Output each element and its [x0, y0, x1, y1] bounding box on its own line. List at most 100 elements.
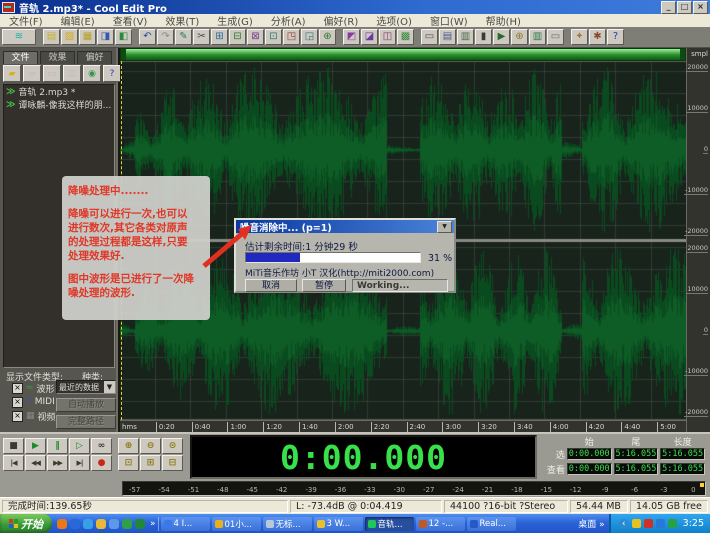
chevron-down-icon[interactable]: ▼ — [104, 381, 115, 393]
wave-overview-bar[interactable] — [120, 48, 686, 61]
close-button[interactable]: × — [693, 1, 708, 14]
quicklaunch-icon-6[interactable] — [122, 519, 132, 529]
waveform-multitrack-toggle-button[interactable]: ≋ — [2, 29, 36, 45]
task-button[interactable]: 无标... — [263, 517, 312, 531]
menu-item-6[interactable]: 偏好(R) — [314, 13, 367, 28]
task-button[interactable]: 12 -... — [416, 517, 465, 531]
auto-play-button[interactable]: 自动播放 — [56, 398, 116, 412]
fast-forward-button[interactable]: ▶▶ — [47, 455, 68, 471]
playlist-window-button[interactable]: ▤ — [439, 29, 456, 45]
stop-button[interactable]: ■ — [3, 438, 24, 454]
task-button[interactable]: Real... — [467, 517, 516, 531]
task-button[interactable]: 3 W... — [314, 517, 363, 531]
checkbox-视频[interactable]: × — [12, 411, 23, 422]
quicklaunch-icon-2[interactable] — [70, 519, 80, 529]
tab-favorites[interactable]: 偏好 — [77, 51, 112, 64]
rewind-button[interactable]: ◀◀ — [25, 455, 46, 471]
save-file-button[interactable]: ▦ — [79, 29, 96, 45]
dialog-rollup-button[interactable]: ▼ — [437, 221, 452, 233]
close-file-button[interactable]: ▱ — [23, 65, 41, 82]
zoom-to-selection-button[interactable]: ⊕ — [319, 29, 336, 45]
pause-button[interactable]: 暂停 — [302, 279, 346, 292]
quicklaunch-icon-7[interactable] — [135, 519, 145, 529]
placekeeper-window-button[interactable]: ▭ — [547, 29, 564, 45]
file-list-item[interactable]: ≫谭咏麟-像我这样的朋... — [4, 98, 114, 111]
menu-item-4[interactable]: 生成(G) — [208, 13, 262, 28]
quicklaunch-icon-5[interactable] — [109, 519, 119, 529]
menu-item-2[interactable]: 查看(V) — [104, 13, 157, 28]
quicklaunch-icon-1[interactable] — [57, 519, 67, 529]
transport-window-button[interactable]: ▶ — [493, 29, 510, 45]
tray-collapse-chevron[interactable]: ‹ — [619, 519, 629, 529]
mix-paste-button[interactable]: ⊠ — [247, 29, 264, 45]
amplitude-ruler[interactable]: smpl 20000100000-10000-2000020000100000-… — [686, 48, 710, 432]
invert-wave-button[interactable]: ◩ — [343, 29, 360, 45]
menu-item-5[interactable]: 分析(A) — [262, 13, 315, 28]
play-from-cursor-button[interactable]: ▷ — [69, 438, 90, 454]
sort-dropdown[interactable]: 最近的数据 ▼ — [56, 380, 116, 394]
organizer-help-button[interactable]: ? — [103, 65, 121, 82]
record-button[interactable]: ● — [91, 455, 112, 471]
copy-to-new-button[interactable]: ⊡ — [265, 29, 282, 45]
quick-launch-overflow-chevron[interactable]: » — [150, 519, 156, 529]
amplify-button[interactable]: ▩ — [397, 29, 414, 45]
undo-button[interactable]: ↶ — [139, 29, 156, 45]
play-button[interactable]: ▶ — [25, 438, 46, 454]
levels-window-button[interactable]: ▥ — [529, 29, 546, 45]
zoom-left-edge-button[interactable]: ⊞ — [140, 455, 161, 471]
delete-selection-button[interactable]: ◳ — [283, 29, 300, 45]
cancel-button[interactable]: 取消 — [245, 279, 297, 292]
menu-item-7[interactable]: 选项(O) — [367, 13, 421, 28]
menu-item-0[interactable]: 文件(F) — [0, 13, 52, 28]
desktop-toolbar-chevron[interactable]: » — [599, 520, 605, 530]
maximize-button[interactable]: □ — [677, 1, 692, 14]
time-ruler[interactable]: hms 0:200:401:001:201:402:002:202:403:00… — [120, 420, 686, 432]
media-options-button[interactable]: ◉ — [83, 65, 101, 82]
device-properties-button[interactable]: ✱ — [589, 29, 606, 45]
menu-item-1[interactable]: 编辑(E) — [52, 13, 104, 28]
organizer-window-button[interactable]: ▥ — [457, 29, 474, 45]
tab-effects[interactable]: 效果 — [40, 51, 75, 64]
insert-into-multitrack-button[interactable]: ◫ — [63, 65, 81, 82]
cut-button[interactable]: ✂ — [193, 29, 210, 45]
play-looped-button[interactable]: ∞ — [91, 438, 112, 454]
time-window-button[interactable]: ▮ — [475, 29, 492, 45]
paste-button[interactable]: ⊟ — [229, 29, 246, 45]
zoom-in-button[interactable]: ⊕ — [118, 438, 139, 454]
task-button[interactable]: 音轨... — [365, 517, 414, 531]
zoom-right-edge-button[interactable]: ⊟ — [162, 455, 183, 471]
go-to-end-button[interactable]: ▶| — [69, 455, 90, 471]
checkbox-MIDI[interactable]: × — [12, 397, 23, 408]
start-button[interactable]: 开始 — [0, 514, 52, 533]
help-button[interactable]: ? — [607, 29, 624, 45]
menu-item-9[interactable]: 帮助(H) — [477, 13, 530, 28]
quicklaunch-icon-4[interactable] — [96, 519, 106, 529]
open-file-button[interactable]: ▧ — [61, 29, 78, 45]
copy-button[interactable]: ⊞ — [211, 29, 228, 45]
new-file-button[interactable]: ▤ — [43, 29, 60, 45]
menu-item-8[interactable]: 窗口(W) — [421, 13, 477, 28]
normalize-button[interactable]: ◫ — [379, 29, 396, 45]
desktop-toolbar[interactable]: 桌面 » — [574, 517, 608, 530]
repeat-last-command-button[interactable]: ✎ — [175, 29, 192, 45]
open-folder-button[interactable]: ▰ — [3, 65, 21, 82]
save-as-button[interactable]: ▭ — [43, 65, 61, 82]
pause-button[interactable]: ‖ — [47, 438, 68, 454]
checkbox-波形[interactable]: × — [12, 383, 23, 394]
file-open-append-button[interactable]: ◨ — [97, 29, 114, 45]
cue-list-window-button[interactable]: ▭ — [421, 29, 438, 45]
scripts-button[interactable]: ✦ — [571, 29, 588, 45]
zoom-full-button[interactable]: ⊙ — [162, 438, 183, 454]
tab-files[interactable]: 文件 — [3, 51, 38, 64]
trim-button[interactable]: ◲ — [301, 29, 318, 45]
zoom-window-button[interactable]: ⊕ — [511, 29, 528, 45]
reverse-wave-button[interactable]: ◪ — [361, 29, 378, 45]
task-button[interactable]: 01小... — [212, 517, 261, 531]
go-to-start-button[interactable]: |◀ — [3, 455, 24, 471]
menu-item-3[interactable]: 效果(T) — [156, 13, 208, 28]
task-button[interactable]: 4 I... — [161, 517, 210, 531]
quicklaunch-icon-3[interactable] — [83, 519, 93, 529]
zoom-out-button[interactable]: ⊖ — [140, 438, 161, 454]
full-path-button[interactable]: 完整路径 — [56, 415, 116, 429]
file-save-copy-button[interactable]: ◧ — [115, 29, 132, 45]
